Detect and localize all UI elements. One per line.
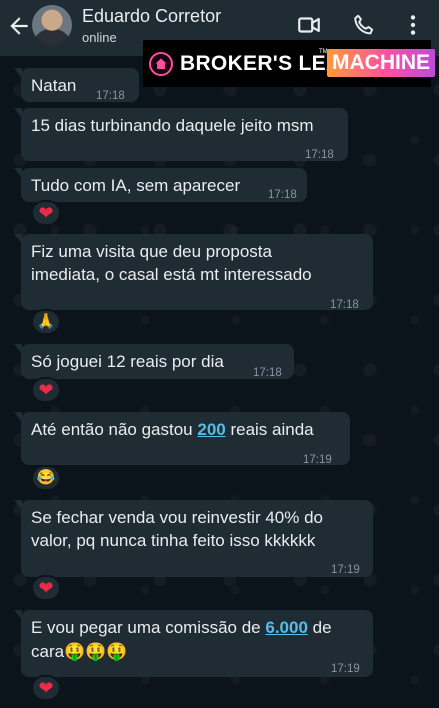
message-time: 17:18 [330,299,359,311]
message-time: 17:18 [96,90,125,102]
reaction-pray[interactable]: 🙏 [31,309,61,335]
message-bubble[interactable]: Até então não gastou 200 reais ainda 17:… [14,412,350,466]
more-options-icon[interactable] [400,12,426,38]
message-text-line1: Fiz uma visita que deu proposta [31,242,272,261]
link-200[interactable]: 200 [197,420,225,439]
message-bubble[interactable]: Só joguei 12 reais por dia 17:18 [14,344,294,379]
message-text-line1: Se fechar venda vou reinvestir 40% do [31,508,324,527]
money-face-emoji: 🤑🤑🤑 [64,642,128,661]
message-text: 15 dias turbinando daquele jeito msm [31,116,314,135]
message-bubble[interactable]: Tudo com IA, sem aparecer 17:18 [14,168,307,202]
message-time: 17:19 [331,564,360,576]
reaction-heart[interactable]: ❤ [31,575,61,601]
message-time: 17:19 [331,663,360,675]
message-bubble[interactable]: Se fechar venda vou reinvestir 40% do va… [14,500,373,577]
back-arrow-icon[interactable] [6,13,32,39]
message-text-line2: imediata, o casal está mt interessado [31,265,312,284]
message-text-line2: cara🤑🤑🤑 [31,642,128,661]
avatar[interactable] [32,5,72,45]
contact-status: online [82,30,117,45]
contact-name[interactable]: Eduardo Corretor [82,6,221,27]
reaction-heart[interactable]: ❤ [31,377,61,403]
message-text: Só joguei 12 reais por dia [31,352,224,371]
reaction-heart[interactable]: ❤ [31,675,61,701]
message-bubble[interactable]: Fiz uma visita que deu proposta imediata… [14,234,373,311]
video-call-icon[interactable] [296,12,322,38]
message-bubble[interactable]: 15 dias turbinando daquele jeito msm 17:… [14,108,348,161]
message-bubble[interactable]: E vou pegar uma comissão de 6.000 de car… [14,610,373,677]
message-time: 17:18 [268,189,297,201]
message-text-line2: valor, pq nunca tinha feito isso kkkkkk [31,531,316,550]
link-6000[interactable]: 6.000 [265,618,308,637]
message-bubble[interactable]: Natan 17:18 [14,68,139,102]
phone-icon[interactable] [351,12,377,38]
message-text-line1: E vou pegar uma comissão de 6.000 de [31,618,332,637]
brand-banner: BROKER'S LEADS TM MACHINE [143,40,435,87]
message-time: 17:18 [253,367,282,379]
message-text: Até então não gastou 200 reais ainda [31,420,314,439]
message-text: Tudo com IA, sem aparecer [31,176,241,195]
message-text: Natan [31,76,77,95]
reaction-heart[interactable]: ❤ [31,200,61,226]
home-logo-icon [149,52,173,76]
brand-highlight: MACHINE [327,49,435,77]
reaction-laugh[interactable]: 😂 [31,465,61,491]
message-time: 17:19 [303,454,332,466]
message-time: 17:18 [305,149,334,161]
